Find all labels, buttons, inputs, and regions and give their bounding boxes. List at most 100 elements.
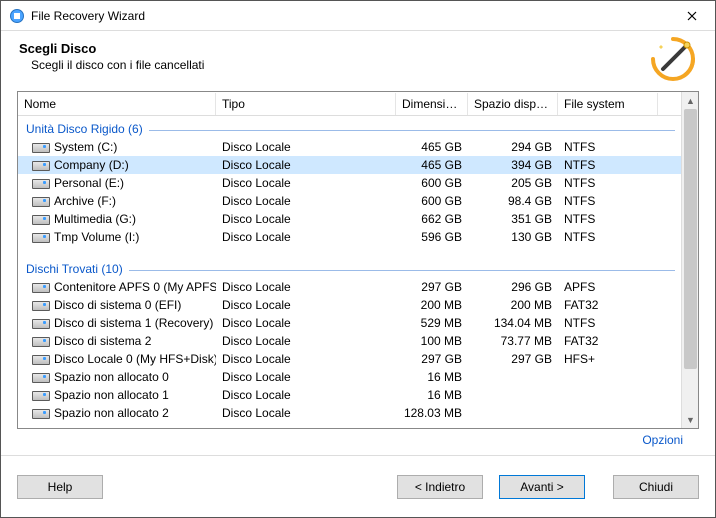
disk-type: Disco Locale [216, 175, 396, 191]
disk-row[interactable]: Personal (E:)Disco Locale600 GB205 GBNTF… [18, 174, 681, 192]
column-header-filesystem[interactable]: File system [558, 93, 658, 115]
next-button[interactable]: Avanti > [499, 475, 585, 499]
disk-row[interactable]: Disco di sistema 0 (EFI)Disco Locale200 … [18, 296, 681, 314]
column-header-free-space[interactable]: Spazio dispon… [468, 93, 558, 115]
disk-dimension: 600 GB [396, 175, 468, 191]
vertical-scrollbar[interactable]: ▲ ▼ [681, 92, 698, 428]
disk-row[interactable]: Multimedia (G:)Disco Locale662 GB351 GBN… [18, 210, 681, 228]
disk-row[interactable]: Spazio non allocato 2Disco Locale128.03 … [18, 404, 681, 422]
disk-list[interactable]: Nome Tipo Dimensione Spazio dispon… File… [18, 92, 681, 428]
disk-dimension: 297 GB [396, 279, 468, 295]
disk-icon [32, 317, 48, 329]
disk-row[interactable]: Spazio non allocato 1Disco Locale16 MB [18, 386, 681, 404]
disk-name-cell: Spazio non allocato 0 [18, 369, 216, 385]
disk-row[interactable]: Disco di sistema 2Disco Locale100 MB73.7… [18, 332, 681, 350]
disk-icon [32, 371, 48, 383]
footer-buttons: Help < Indietro Avanti > Chiudi [1, 455, 715, 517]
disk-row[interactable]: Contenitore APFS 0 (My APFS Disk)Disco L… [18, 278, 681, 296]
disk-name-cell: Disco Locale 0 (My HFS+Disk) [18, 351, 216, 367]
disk-name-cell: Spazio non allocato 2 [18, 405, 216, 421]
list-header[interactable]: Nome Tipo Dimensione Spazio dispon… File… [18, 92, 681, 116]
disk-dimension: 465 GB [396, 139, 468, 155]
page-subtitle: Scegli il disco con i file cancellati [31, 58, 697, 72]
window-title: File Recovery Wizard [31, 9, 669, 23]
column-header-name[interactable]: Nome [18, 93, 216, 115]
disk-row[interactable]: System (C:)Disco Locale465 GB294 GBNTFS [18, 138, 681, 156]
disk-icon [32, 335, 48, 347]
disk-icon [32, 159, 48, 171]
disk-type: Disco Locale [216, 193, 396, 209]
disk-name-cell: Disco di sistema 0 (EFI) [18, 297, 216, 313]
disk-icon [32, 231, 48, 243]
disk-name: Disco di sistema 0 (EFI) [54, 298, 181, 312]
disk-name: System (C:) [54, 140, 117, 154]
disk-row[interactable]: Tmp Volume (I:)Disco Locale596 GB130 GBN… [18, 228, 681, 246]
disk-filesystem: NTFS [558, 211, 658, 227]
disk-filesystem: FAT32 [558, 297, 658, 313]
close-button[interactable] [669, 1, 715, 31]
list-body: Unità Disco Rigido (6)System (C:)Disco L… [18, 116, 681, 428]
group-title: Dischi Trovati (10) [26, 262, 123, 276]
disk-row[interactable]: Archive (F:)Disco Locale600 GB98.4 GBNTF… [18, 192, 681, 210]
disk-type: Disco Locale [216, 351, 396, 367]
column-header-type[interactable]: Tipo [216, 93, 396, 115]
help-button[interactable]: Help [17, 475, 103, 499]
disk-filesystem: NTFS [558, 315, 658, 331]
disk-row[interactable]: Disco di sistema 1 (Recovery)Disco Local… [18, 314, 681, 332]
wizard-window: File Recovery Wizard Scegli Disco Scegli… [0, 0, 716, 518]
disk-dimension: 200 MB [396, 297, 468, 313]
disk-row[interactable]: Disco Locale 0 (My HFS+Disk)Disco Locale… [18, 350, 681, 368]
disk-icon [32, 353, 48, 365]
disk-dimension: 529 MB [396, 315, 468, 331]
disk-icon [32, 177, 48, 189]
group-header[interactable]: Dischi Trovati (10) [18, 256, 681, 278]
close-wizard-button[interactable]: Chiudi [613, 475, 699, 499]
page-title: Scegli Disco [19, 41, 697, 56]
disk-dimension: 465 GB [396, 157, 468, 173]
disk-name-cell: Archive (F:) [18, 193, 216, 209]
disk-filesystem: APFS [558, 279, 658, 295]
disk-type: Disco Locale [216, 405, 396, 421]
disk-free-space [468, 376, 558, 378]
disk-type: Disco Locale [216, 369, 396, 385]
disk-free-space: 294 GB [468, 139, 558, 155]
disk-icon [32, 407, 48, 419]
disk-name-cell: System (C:) [18, 139, 216, 155]
options-link[interactable]: Opzioni [642, 433, 683, 447]
nav-button-group: < Indietro Avanti > [397, 475, 585, 499]
back-button[interactable]: < Indietro [397, 475, 483, 499]
disk-dimension: 297 GB [396, 351, 468, 367]
disk-free-space: 297 GB [468, 351, 558, 367]
disk-free-space: 98.4 GB [468, 193, 558, 209]
disk-dimension: 100 MB [396, 333, 468, 349]
column-header-dimension[interactable]: Dimensione [396, 93, 468, 115]
disk-dimension: 600 GB [396, 193, 468, 209]
disk-free-space: 205 GB [468, 175, 558, 191]
disk-filesystem: FAT32 [558, 333, 658, 349]
disk-name-cell: Disco di sistema 2 [18, 333, 216, 349]
disk-filesystem: NTFS [558, 139, 658, 155]
disk-type: Disco Locale [216, 279, 396, 295]
disk-name-cell: Disco di sistema 1 (Recovery) [18, 315, 216, 331]
disk-type: Disco Locale [216, 157, 396, 173]
disk-name: Contenitore APFS 0 (My APFS Disk) [54, 280, 216, 294]
scroll-up-arrow-icon[interactable]: ▲ [682, 92, 699, 109]
disk-free-space: 73.77 MB [468, 333, 558, 349]
disk-free-space: 130 GB [468, 229, 558, 245]
app-icon [9, 8, 25, 24]
disk-icon [32, 299, 48, 311]
wizard-wand-icon [649, 35, 697, 83]
disk-icon [32, 281, 48, 293]
group-header[interactable]: Unità Disco Rigido (6) [18, 116, 681, 138]
disk-icon [32, 141, 48, 153]
disk-dimension: 662 GB [396, 211, 468, 227]
disk-free-space: 134.04 MB [468, 315, 558, 331]
scrollbar-thumb[interactable] [684, 109, 697, 369]
disk-name: Multimedia (G:) [54, 212, 136, 226]
disk-name: Company (D:) [54, 158, 129, 172]
scroll-down-arrow-icon[interactable]: ▼ [682, 411, 699, 428]
disk-free-space: 296 GB [468, 279, 558, 295]
disk-name: Disco di sistema 2 [54, 334, 151, 348]
disk-row[interactable]: Spazio non allocato 0Disco Locale16 MB [18, 368, 681, 386]
disk-row[interactable]: Company (D:)Disco Locale465 GB394 GBNTFS [18, 156, 681, 174]
